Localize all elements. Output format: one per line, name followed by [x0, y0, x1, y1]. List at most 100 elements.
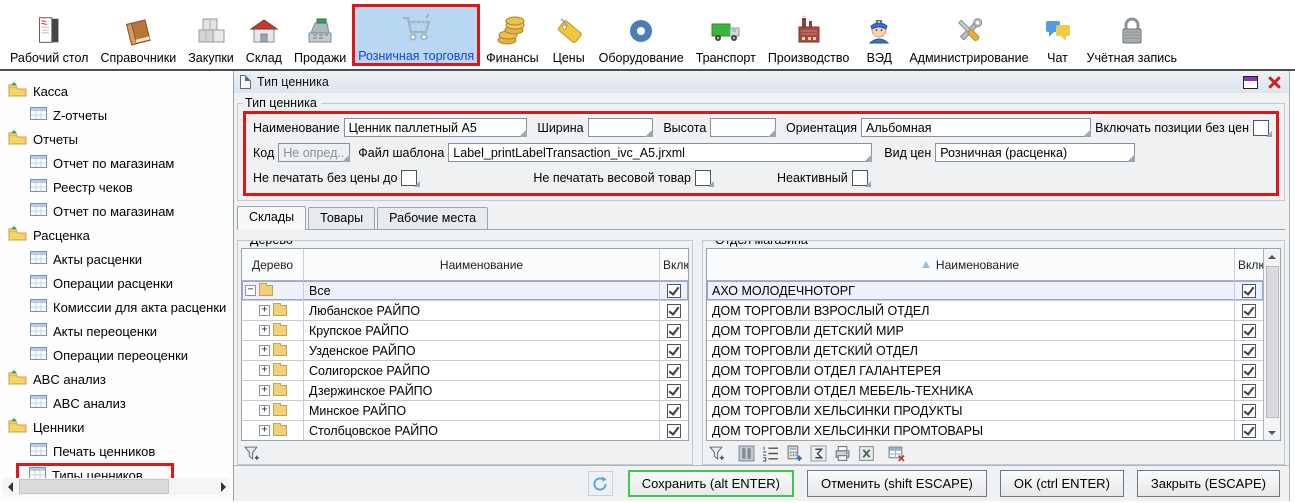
table-row[interactable]: ДОМ ТОРГОВЛИ ХЕЛЬСИНКИ ПРОМТОВАРЫ [707, 421, 1263, 440]
scrollbar-thumb[interactable] [1266, 266, 1279, 418]
row-checkbox[interactable] [667, 304, 681, 318]
sidebar-folder-pricing[interactable]: Расценка [0, 223, 233, 247]
calculator-add-icon[interactable] [786, 445, 803, 462]
row-checkbox[interactable] [1242, 384, 1256, 398]
scroll-up-arrow-icon[interactable] [1264, 249, 1280, 264]
sidebar-item-pricing-commissions[interactable]: Комиссии для акта расценки [0, 295, 233, 319]
expander-plus-icon[interactable] [259, 385, 270, 396]
table-row[interactable]: Минское РАЙПО [242, 401, 688, 421]
table-row[interactable]: Крупское РАЙПО [242, 321, 688, 341]
sidebar-folder-price-tags[interactable]: Ценники [0, 415, 233, 439]
sum-sigma-icon[interactable] [810, 445, 827, 462]
row-checkbox[interactable] [667, 284, 681, 298]
table-row[interactable]: Все [242, 281, 688, 301]
scroll-down-arrow-icon[interactable] [1264, 425, 1280, 440]
table-row[interactable]: ДОМ ТОРГОВЛИ ОТДЕЛ МЕБЕЛЬ-ТЕХНИКА [707, 381, 1263, 401]
toolbar-item-retail-selected[interactable]: Розничная торговля [352, 4, 480, 66]
sidebar-horizontal-scrollbar[interactable] [3, 478, 230, 495]
sidebar-folder-reports[interactable]: Отчеты [0, 127, 233, 151]
grid-delete-icon[interactable] [888, 445, 905, 462]
vertical-scrollbar[interactable] [1263, 249, 1280, 440]
row-checkbox[interactable] [1242, 304, 1256, 318]
table-row[interactable]: АХО МОЛОДЕЧНОТОРГ [707, 281, 1263, 301]
expander-plus-icon[interactable] [259, 405, 270, 416]
row-checkbox[interactable] [667, 384, 681, 398]
toolbar-item-sales[interactable]: Продажи [288, 7, 352, 66]
sidebar-item-shop-report-1[interactable]: Отчет по магазинам [0, 151, 233, 175]
table-row[interactable]: Столбцовское РАЙПО [242, 421, 688, 440]
table-row[interactable]: Узденское РАЙПО [242, 341, 688, 361]
toolbar-item-equipment[interactable]: Оборудование [593, 7, 690, 66]
toolbar-item-prices[interactable]: Цены [545, 7, 593, 66]
expander-plus-icon[interactable] [259, 325, 270, 336]
table-row[interactable]: ДОМ ТОРГОВЛИ ВЗРОСЛЫЙ ОТДЕЛ [707, 301, 1263, 321]
close-icon[interactable] [1268, 76, 1281, 89]
width-input[interactable] [588, 118, 654, 137]
row-checkbox[interactable] [667, 344, 681, 358]
table-row[interactable]: ДОМ ТОРГОВЛИ ДЕТСКИЙ ОТДЕЛ [707, 341, 1263, 361]
price-kind-input[interactable] [935, 143, 1135, 162]
sidebar-item-revaluation-operations[interactable]: Операции переоценки [0, 343, 233, 367]
filter-add-icon[interactable] [708, 445, 725, 462]
toolbar-item-finance[interactable]: Финансы [480, 7, 544, 66]
excel-export-icon[interactable] [858, 445, 875, 462]
toolbar-item-chat[interactable]: Чат [1035, 7, 1081, 66]
column-header-tree[interactable]: Дерево [242, 249, 304, 280]
row-checkbox[interactable] [667, 324, 681, 338]
filter-add-icon[interactable] [243, 445, 260, 462]
orientation-input[interactable] [861, 118, 1091, 137]
table-row[interactable]: ДОМ ТОРГОВЛИ ХЕЛЬСИНКИ ПРОДУКТЫ [707, 401, 1263, 421]
toolbar-item-purchases[interactable]: Закупки [182, 7, 240, 66]
row-checkbox[interactable] [1242, 344, 1256, 358]
toolbar-item-warehouse[interactable]: Склад [240, 7, 288, 66]
table-row[interactable]: Любанское РАЙПО [242, 301, 688, 321]
inactive-checkbox[interactable] [852, 170, 868, 186]
row-checkbox[interactable] [1242, 364, 1256, 378]
toolbar-item-administration[interactable]: Администрирование [903, 7, 1034, 66]
tab-workplaces[interactable]: Рабочие места [377, 207, 488, 229]
print-icon[interactable] [834, 445, 851, 462]
table-row[interactable]: Дзержинское РАЙПО [242, 381, 688, 401]
row-checkbox[interactable] [1242, 284, 1256, 298]
maximize-icon[interactable] [1243, 76, 1258, 89]
tab-goods[interactable]: Товары [308, 207, 375, 229]
no-print-weight-checkbox[interactable] [695, 170, 711, 186]
table-row[interactable]: Солигорское РАЙПО [242, 361, 688, 381]
sidebar-item-z-reports[interactable]: Z-отчеты [0, 103, 233, 127]
toolbar-item-desktop[interactable]: Рабочий стол [4, 7, 94, 66]
expander-plus-icon[interactable] [259, 425, 270, 436]
include-no-price-checkbox[interactable] [1253, 120, 1269, 136]
tab-warehouses[interactable]: Склады [237, 206, 306, 230]
column-header-name[interactable]: Наименование [304, 249, 660, 280]
table-row[interactable]: ДОМ ТОРГОВЛИ ОТДЕЛ ГАЛАНТЕРЕЯ [707, 361, 1263, 381]
expander-plus-icon[interactable] [259, 345, 270, 356]
toolbar-item-production[interactable]: Производство [762, 7, 856, 66]
numbered-list-icon[interactable] [762, 445, 779, 462]
cancel-button[interactable]: Отменить (shift ESCAPE) [807, 470, 987, 497]
table-row[interactable]: ДОМ ТОРГОВЛИ ДЕТСКИЙ МИР [707, 321, 1263, 341]
close-button[interactable]: Закрыть (ESCAPE) [1137, 470, 1280, 497]
scroll-left-arrow-icon[interactable] [3, 478, 17, 495]
scrollbar-thumb[interactable] [19, 479, 169, 494]
template-file-input[interactable] [448, 143, 872, 162]
row-checkbox[interactable] [667, 404, 681, 418]
row-checkbox[interactable] [1242, 424, 1256, 438]
sidebar-folder-kassa[interactable]: Касса [0, 79, 233, 103]
refresh-button[interactable] [588, 471, 613, 496]
sidebar-item-receipt-register[interactable]: Реестр чеков [0, 175, 233, 199]
sidebar-item-abc-analysis[interactable]: ABC анализ [0, 391, 233, 415]
sidebar-item-pricing-operations[interactable]: Операции расценки [0, 271, 233, 295]
height-input[interactable] [710, 118, 776, 137]
row-checkbox[interactable] [667, 364, 681, 378]
toolbar-item-account[interactable]: Учётная запись [1081, 7, 1183, 66]
column-header-included[interactable]: Включ [1235, 249, 1263, 280]
sidebar-item-pricing-acts[interactable]: Акты расценки [0, 247, 233, 271]
row-checkbox[interactable] [667, 424, 681, 438]
expander-minus-icon[interactable] [245, 285, 256, 296]
save-button[interactable]: Сохранить (alt ENTER) [628, 470, 794, 497]
scroll-right-arrow-icon[interactable] [216, 478, 230, 495]
ok-button[interactable]: OK (ctrl ENTER) [1000, 470, 1124, 497]
sidebar-item-revaluation-acts[interactable]: Акты переоценки [0, 319, 233, 343]
no-print-below-checkbox[interactable] [401, 170, 417, 186]
toolbar-item-transport[interactable]: Транспорт [690, 7, 762, 66]
